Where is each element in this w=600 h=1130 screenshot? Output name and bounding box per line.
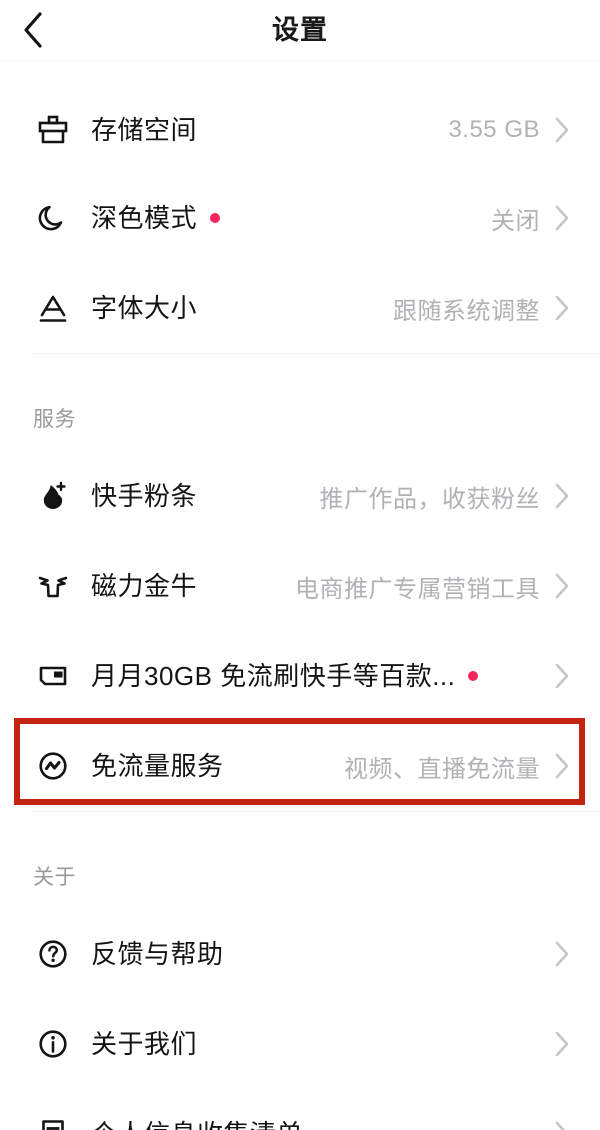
settings-row-label: 关于我们 [91,1028,198,1059]
sim-card-icon [33,656,73,696]
settings-row-label: 月月30GB 免流刷快手等百款... [91,661,456,691]
settings-row-value: 跟随系统调整 [393,297,540,325]
chevron-right-icon [552,940,572,968]
page-title: 设置 [272,14,328,45]
info-circle-icon [33,1024,73,1064]
chevron-right-icon [552,1030,572,1058]
section-divider [0,353,600,385]
notification-dot-badge [468,671,479,681]
settings-row-value: 推广作品，收获粉丝 [319,485,540,513]
wave-circle-icon [33,746,73,786]
chevron-right-icon [552,204,572,232]
chevron-right-icon [552,294,572,322]
storage-bin-icon [33,110,73,150]
notification-dot-badge [210,213,221,223]
settings-row-dark-mode[interactable]: 深色模式 关闭 [0,173,600,263]
letter-a-icon [33,288,73,328]
section-general: 存储空间 3.55 GB 深色模式 关闭 字体大小 跟随系统调整 [0,61,600,353]
highlighted-row-wrapper: 免流量服务 视频、直播免流量 [0,718,600,811]
settings-row-personal-info-list[interactable]: 个人信息收集清单 [0,1089,600,1130]
settings-row-font-size[interactable]: 字体大小 跟随系统调整 [0,263,600,353]
bull-head-icon [33,566,73,606]
settings-row-value: 3.55 GB [448,116,540,143]
settings-row-value: 关闭 [491,207,540,235]
settings-row-feedback-help[interactable]: 反馈与帮助 [0,909,600,999]
settings-row-monthly-data[interactable]: 月月30GB 免流刷快手等百款... [0,631,600,721]
chevron-right-icon [552,1120,572,1130]
settings-row-label: 快手粉条 [91,480,198,511]
chevron-right-icon [552,752,572,780]
settings-row-fans-top[interactable]: 快手粉条 推广作品，收获粉丝 [0,451,600,541]
section-divider [0,811,600,843]
settings-row-label: 免流量服务 [91,750,224,781]
settings-row-label: 字体大小 [91,292,198,323]
settings-row-free-data-service[interactable]: 免流量服务 视频、直播免流量 [0,721,600,811]
flame-plus-icon [33,476,73,516]
settings-row-magnetic-bull[interactable]: 磁力金牛 电商推广专属营销工具 [0,541,600,631]
settings-row-label: 存储空间 [91,114,198,145]
section-header-about: 关于 [33,866,76,889]
chevron-left-icon [22,11,44,49]
section-about: 关于 反馈与帮助 关于我们 [0,843,600,1130]
chevron-right-icon [552,116,572,144]
settings-row-label: 深色模式 [91,202,198,233]
settings-row-value: 视频、直播免流量 [344,755,540,783]
chevron-right-icon [552,662,572,690]
settings-row-about-us[interactable]: 关于我们 [0,999,600,1089]
chevron-right-icon [552,572,572,600]
chevron-right-icon [552,482,572,510]
document-list-icon [33,1114,73,1130]
section-services: 服务 快手粉条 推广作品，收获粉丝 磁力金牛 电商推广专属营销工具 月月30GB… [0,385,600,811]
settings-screen: 设置 存储空间 3.55 GB 深色模式 关闭 字体大小 跟随系统调整 服务 快… [0,0,600,1130]
settings-row-value: 电商推广专属营销工具 [295,575,540,603]
page-header: 设置 [0,0,600,61]
moon-icon [33,198,73,238]
section-header-services: 服务 [33,408,76,431]
settings-row-storage[interactable]: 存储空间 3.55 GB [0,87,600,173]
settings-row-label: 个人信息收集清单 [91,1120,303,1130]
question-circle-icon [33,934,73,974]
settings-row-label: 反馈与帮助 [91,938,224,969]
settings-row-label: 磁力金牛 [91,570,198,601]
back-button[interactable] [22,8,66,52]
